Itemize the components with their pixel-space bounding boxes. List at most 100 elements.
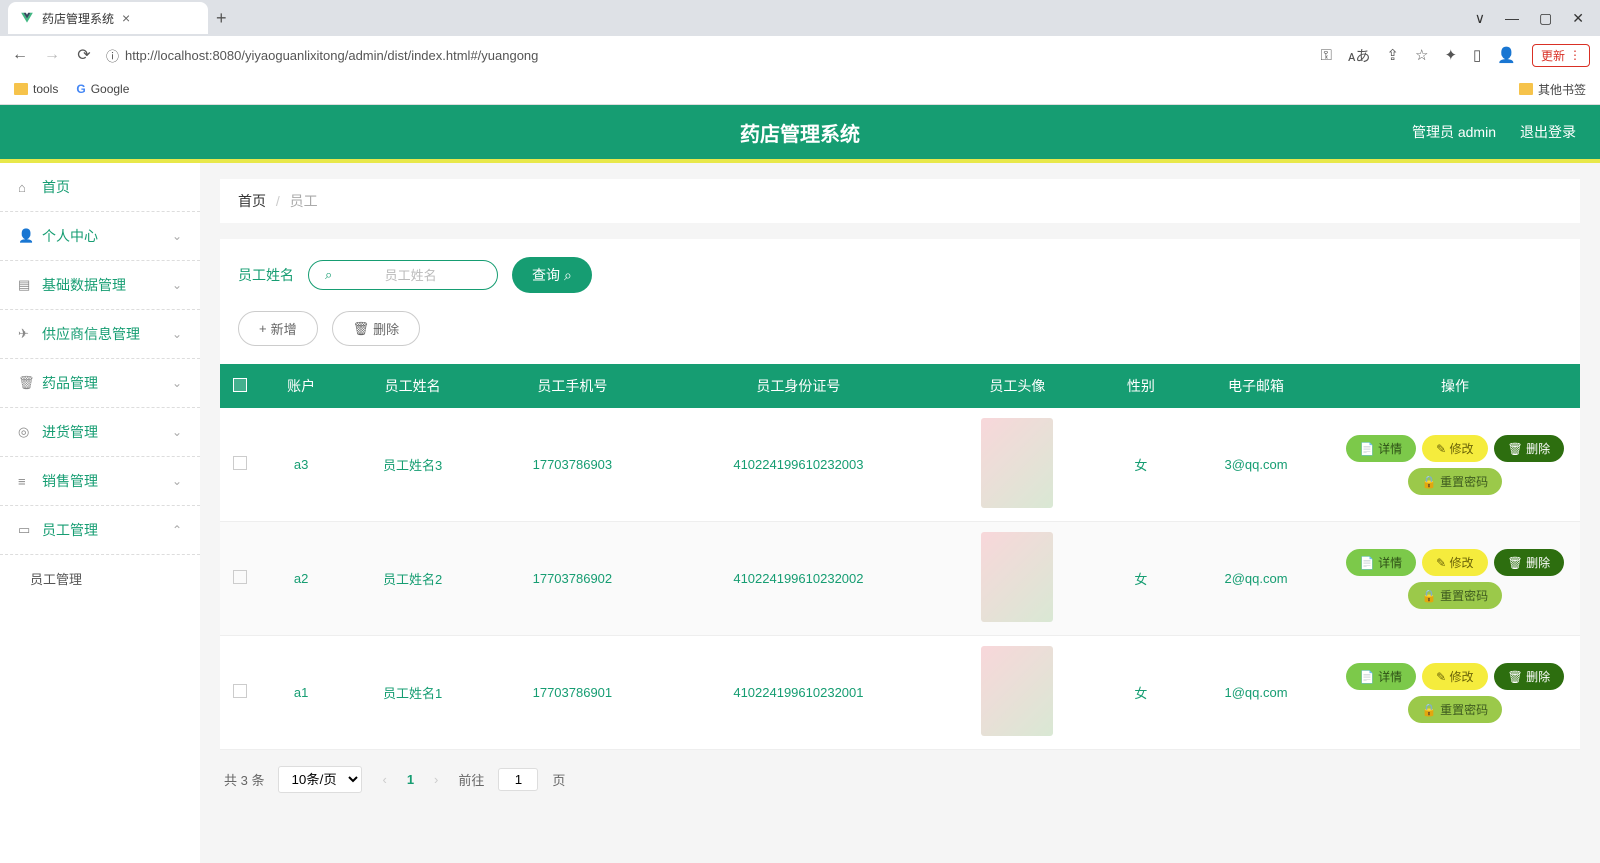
prev-page[interactable]: ‹ <box>376 772 392 787</box>
bookmark-tools[interactable]: tools <box>14 82 58 96</box>
cell-avatar <box>935 408 1100 522</box>
add-button[interactable]: +新增 <box>238 311 318 346</box>
goto-prefix: 前往 <box>458 770 484 789</box>
star-icon[interactable]: ☆ <box>1415 46 1428 64</box>
back-button[interactable]: ← <box>10 46 30 64</box>
query-button[interactable]: 查询⌕ <box>512 257 592 293</box>
current-page[interactable]: 1 <box>407 772 414 787</box>
row-checkbox[interactable] <box>233 456 247 470</box>
bookmark-other[interactable]: 其他书签 <box>1519 81 1586 98</box>
url-box[interactable]: ⓘ http://localhost:8080/yiyaoguanlixiton… <box>106 46 1309 65</box>
cell-email: 3@qq.com <box>1182 408 1330 522</box>
chevron-down-icon: ⌄ <box>172 474 182 488</box>
sidebar-item-employee[interactable]: ▭员工管理⌃ <box>0 506 200 555</box>
reset-pwd-button[interactable]: 🔒 重置密码 <box>1408 696 1502 723</box>
goto-input[interactable] <box>498 768 538 791</box>
logout-link[interactable]: 退出登录 <box>1520 122 1576 142</box>
maximize-icon[interactable]: ▢ <box>1539 10 1552 27</box>
table-wrap: 账户 员工姓名 员工手机号 员工身份证号 员工头像 性别 电子邮箱 操作 a3 … <box>220 364 1580 750</box>
panel-icon[interactable]: ▯ <box>1473 46 1481 64</box>
detail-button[interactable]: 📄 详情 <box>1346 663 1416 690</box>
key-icon[interactable]: ⚿ <box>1321 47 1332 64</box>
select-all-checkbox[interactable] <box>233 378 247 392</box>
delete-row-button[interactable]: 🗑 删除 <box>1494 435 1565 462</box>
chevron-up-icon: ⌃ <box>172 523 182 537</box>
translate-icon[interactable]: ᴀあ <box>1348 45 1370 66</box>
reload-button[interactable]: ⟳ <box>74 45 94 65</box>
address-bar: ← → ⟳ ⓘ http://localhost:8080/yiyaoguanl… <box>0 36 1600 74</box>
sidebar-item-sales[interactable]: ≡销售管理⌄ <box>0 457 200 506</box>
cell-name: 员工姓名2 <box>342 522 483 636</box>
col-gender: 性别 <box>1100 364 1182 408</box>
delete-row-button[interactable]: 🗑 删除 <box>1494 549 1565 576</box>
window-controls: ∨ — ▢ ✕ <box>1475 10 1600 27</box>
sidebar-item-profile[interactable]: 👤个人中心⌄ <box>0 212 200 261</box>
cell-gender: 女 <box>1100 408 1182 522</box>
tab-bar: 药店管理系统 × + ∨ — ▢ ✕ <box>0 0 1600 36</box>
search-input[interactable] <box>340 268 481 283</box>
chevron-down-icon: ⌄ <box>172 278 182 292</box>
update-button[interactable]: 更新⋮ <box>1532 44 1590 67</box>
avatar-image <box>981 646 1053 736</box>
delete-button[interactable]: 🗑删除 <box>332 311 421 346</box>
edit-button[interactable]: ✎ 修改 <box>1422 435 1487 462</box>
sidebar-item-purchase[interactable]: ◎进货管理⌄ <box>0 408 200 457</box>
profile-icon[interactable]: 👤 <box>1497 46 1516 64</box>
browser-tab[interactable]: 药店管理系统 × <box>8 2 208 34</box>
admin-label[interactable]: 管理员 admin <box>1412 122 1496 142</box>
sidebar-item-home[interactable]: ⌂首页 <box>0 163 200 212</box>
table-row: a2 员工姓名2 17703786902 410224199610232002 … <box>220 522 1580 636</box>
rect-icon: ▭ <box>18 522 32 538</box>
breadcrumb-home[interactable]: 首页 <box>238 193 266 209</box>
cell-account: a2 <box>260 522 342 636</box>
share-icon[interactable]: ⇪ <box>1386 46 1399 64</box>
chevron-down-icon: ⌄ <box>172 229 182 243</box>
chevron-down-icon: ⌄ <box>172 425 182 439</box>
tab-title: 药店管理系统 <box>42 10 114 27</box>
next-page[interactable]: › <box>428 772 444 787</box>
row-checkbox[interactable] <box>233 570 247 584</box>
cell-name: 员工姓名1 <box>342 636 483 750</box>
employee-table: 账户 员工姓名 员工手机号 员工身份证号 员工头像 性别 电子邮箱 操作 a3 … <box>220 364 1580 750</box>
sidebar-sub-employee[interactable]: 员工管理 <box>0 555 200 602</box>
edit-button[interactable]: ✎ 修改 <box>1422 663 1487 690</box>
info-icon[interactable]: ⓘ <box>106 46 119 65</box>
reset-pwd-button[interactable]: 🔒 重置密码 <box>1408 468 1502 495</box>
col-ops: 操作 <box>1330 364 1580 408</box>
plane-icon: ✈ <box>18 326 32 342</box>
cell-account: a3 <box>260 408 342 522</box>
breadcrumb: 首页 / 员工 <box>220 179 1580 223</box>
delete-row-button[interactable]: 🗑 删除 <box>1494 663 1565 690</box>
page-size-select[interactable]: 10条/页 <box>278 766 362 793</box>
cell-gender: 女 <box>1100 636 1182 750</box>
extension-icon[interactable]: ✦ <box>1444 46 1457 64</box>
reset-pwd-button[interactable]: 🔒 重置密码 <box>1408 582 1502 609</box>
tab-close-icon[interactable]: × <box>122 10 130 26</box>
vue-logo-icon <box>20 11 34 25</box>
home-icon: ⌂ <box>18 180 32 195</box>
total-count: 共 3 条 <box>224 770 264 789</box>
plus-icon: + <box>259 321 267 336</box>
toolbar: 员工姓名 ⌕ 查询⌕ +新增 🗑删除 <box>220 239 1580 364</box>
close-window-icon[interactable]: ✕ <box>1572 10 1584 27</box>
detail-button[interactable]: 📄 详情 <box>1346 435 1416 462</box>
browser-chrome: 药店管理系统 × + ∨ — ▢ ✕ ← → ⟳ ⓘ http://localh… <box>0 0 1600 105</box>
folder-icon <box>14 83 28 95</box>
detail-button[interactable]: 📄 详情 <box>1346 549 1416 576</box>
new-tab-button[interactable]: + <box>216 8 227 29</box>
bookmark-google[interactable]: GGoogle <box>76 82 129 96</box>
edit-button[interactable]: ✎ 修改 <box>1422 549 1487 576</box>
chevron-down-icon: ⌄ <box>172 376 182 390</box>
cell-avatar <box>935 636 1100 750</box>
forward-button[interactable]: → <box>42 46 62 64</box>
pagination: 共 3 条 10条/页 ‹ 1 › 前往 页 <box>220 750 1580 809</box>
goto-suffix: 页 <box>552 770 565 789</box>
sidebar-item-medicine[interactable]: 🗑药品管理⌄ <box>0 359 200 408</box>
sidebar-item-basedata[interactable]: ▤基础数据管理⌄ <box>0 261 200 310</box>
sidebar-item-supplier[interactable]: ✈供应商信息管理⌄ <box>0 310 200 359</box>
list-icon: ≡ <box>18 474 32 489</box>
dropdown-icon[interactable]: ∨ <box>1475 10 1485 27</box>
trash-icon: 🗑 <box>353 321 370 337</box>
minimize-icon[interactable]: — <box>1505 10 1519 27</box>
row-checkbox[interactable] <box>233 684 247 698</box>
